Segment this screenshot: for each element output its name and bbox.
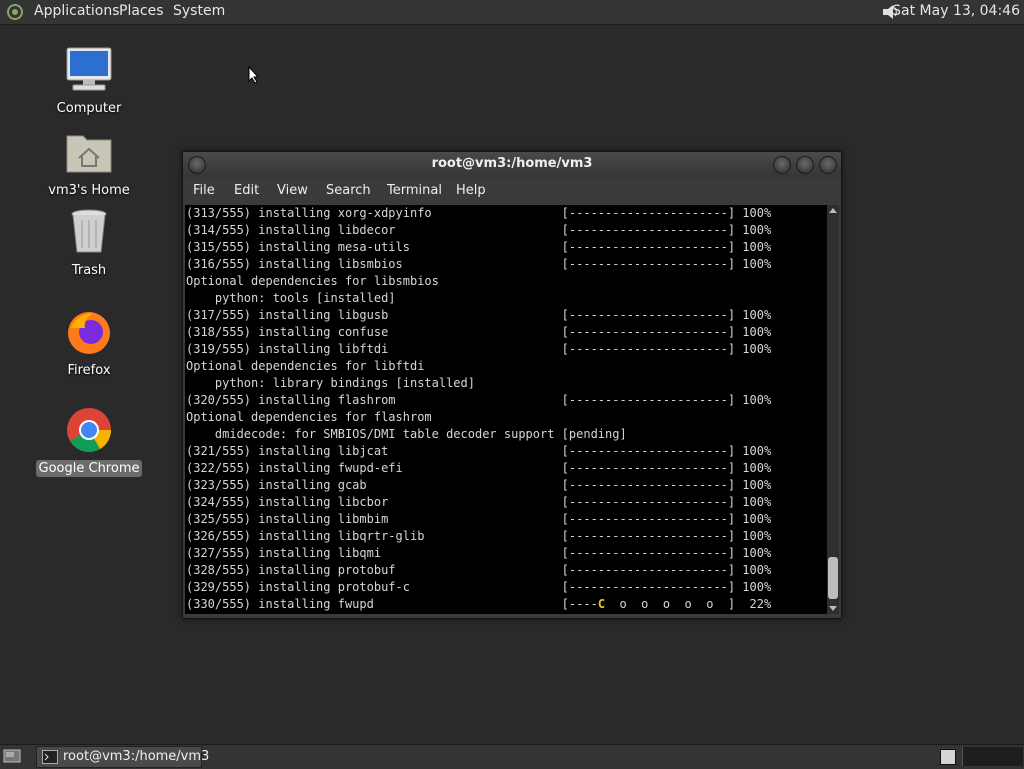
scrollbar-thumb[interactable] [828,557,838,599]
terminal-line: (315/555) installing mesa-utils [-------… [186,240,772,254]
terminal-line: dmidecode: for SMBIOS/DMI table decoder … [214,427,627,441]
terminal-line: python: tools [installed] [214,291,396,305]
terminal-icon [42,750,58,764]
home-folder-icon [66,135,112,173]
current-line-prefix: (330/555) installing fwupd [---- [186,597,598,611]
top-panel: Applications Places System Sat May 13, 0… [0,0,1024,25]
firefox-icon [68,312,110,354]
terminal-scrollbar[interactable] [827,205,839,614]
terminal-line: Optional dependencies for libsmbios [186,274,439,288]
distro-logo-icon[interactable] [6,3,24,21]
desktop-icon-home[interactable]: vm3's Home [34,128,144,199]
desktop-icon-label: Firefox [67,363,111,378]
taskbar-item-label: root@vm3:/home/vm3 [63,749,210,764]
terminal-line: python: library bindings [installed] [214,376,475,390]
terminal-lines: (313/555) installing xorg-xdpyinfo [----… [185,205,827,596]
computer-icon [66,47,112,91]
menu-bar: File Edit View Search Terminal Help [183,177,841,204]
close-button[interactable] [819,156,837,174]
terminal-line: (329/555) installing protobuf-c [-------… [186,580,772,594]
menu-view[interactable]: View [277,183,308,198]
maximize-button[interactable] [796,156,814,174]
terminal-line: Optional dependencies for libftdi [186,359,425,373]
scroll-down-arrow-icon[interactable] [829,606,837,611]
system-menu[interactable]: System [173,3,225,19]
desktop-icon-firefox[interactable]: Firefox [34,308,144,379]
terminal-line: (326/555) installing libqrtr-glib [-----… [186,529,772,543]
bottom-panel: root@vm3:/home/vm3 [0,744,1024,769]
terminal-line: (317/555) installing libgusb [----------… [186,308,772,322]
pacman-progress-glyph: C [597,597,606,611]
terminal-line: (327/555) installing libqmi [-----------… [186,546,772,560]
desktop-icon-computer[interactable]: Computer [34,46,144,117]
menu-help[interactable]: Help [456,183,486,198]
workspace-2[interactable] [962,747,1023,766]
desktop-icon-label: Trash [71,263,107,278]
desktop-icon-label: Google Chrome [35,460,143,477]
desktop-icon-label: Computer [56,101,122,116]
terminal-line: (321/555) installing libjcat [----------… [186,444,772,458]
desktop-icon-trash[interactable]: Trash [34,208,144,279]
desktop-icon-label: vm3's Home [48,183,130,198]
terminal-line: (324/555) installing libcbor [----------… [186,495,772,509]
terminal-line: Optional dependencies for flashrom [186,410,432,424]
applications-menu[interactable]: Applications [34,3,120,19]
terminal-line: (328/555) installing protobuf [---------… [186,563,772,577]
desktop-icon-chrome[interactable]: Google Chrome [34,406,144,477]
chrome-icon [67,408,111,452]
show-desktop-icon[interactable] [3,748,21,764]
menu-terminal[interactable]: Terminal [387,183,442,198]
menu-edit[interactable]: Edit [234,183,259,198]
places-menu[interactable]: Places [119,3,164,19]
current-line-suffix: o o o o o ] 22% [605,597,772,611]
terminal-line: (322/555) installing fwupd-efi [--------… [186,461,772,475]
terminal-output[interactable]: (313/555) installing xorg-xdpyinfo [----… [185,205,827,614]
clock[interactable]: Sat May 13, 04:46 [892,3,1020,19]
terminal-line: (316/555) installing libsmbios [--------… [186,257,772,271]
workspace-1[interactable] [940,749,956,765]
mouse-cursor-icon [248,66,260,84]
taskbar-terminal-button[interactable]: root@vm3:/home/vm3 [36,746,209,768]
scroll-up-arrow-icon[interactable] [829,208,837,213]
terminal-line: (323/555) installing gcab [-------------… [186,478,772,492]
title-bar[interactable]: root@vm3:/home/vm3 [183,152,841,177]
terminal-line: (325/555) installing libmbim [----------… [186,512,772,526]
terminal-current-line: (330/555) installing fwupd [----C o o o … [185,596,827,613]
terminal-line: (318/555) installing confuse [----------… [186,325,772,339]
menu-file[interactable]: File [193,183,215,198]
terminal-line: (320/555) installing flashrom [---------… [186,393,772,407]
menu-search[interactable]: Search [326,183,371,198]
terminal-window[interactable]: root@vm3:/home/vm3 File Edit View Search… [182,151,842,619]
window-title: root@vm3:/home/vm3 [431,156,593,171]
terminal-line: (314/555) installing libdecor [---------… [186,223,772,237]
trash-icon [71,209,107,253]
terminal-line: (319/555) installing libftdi [----------… [186,342,772,356]
minimize-button[interactable] [773,156,791,174]
terminal-line: (313/555) installing xorg-xdpyinfo [----… [186,206,772,220]
